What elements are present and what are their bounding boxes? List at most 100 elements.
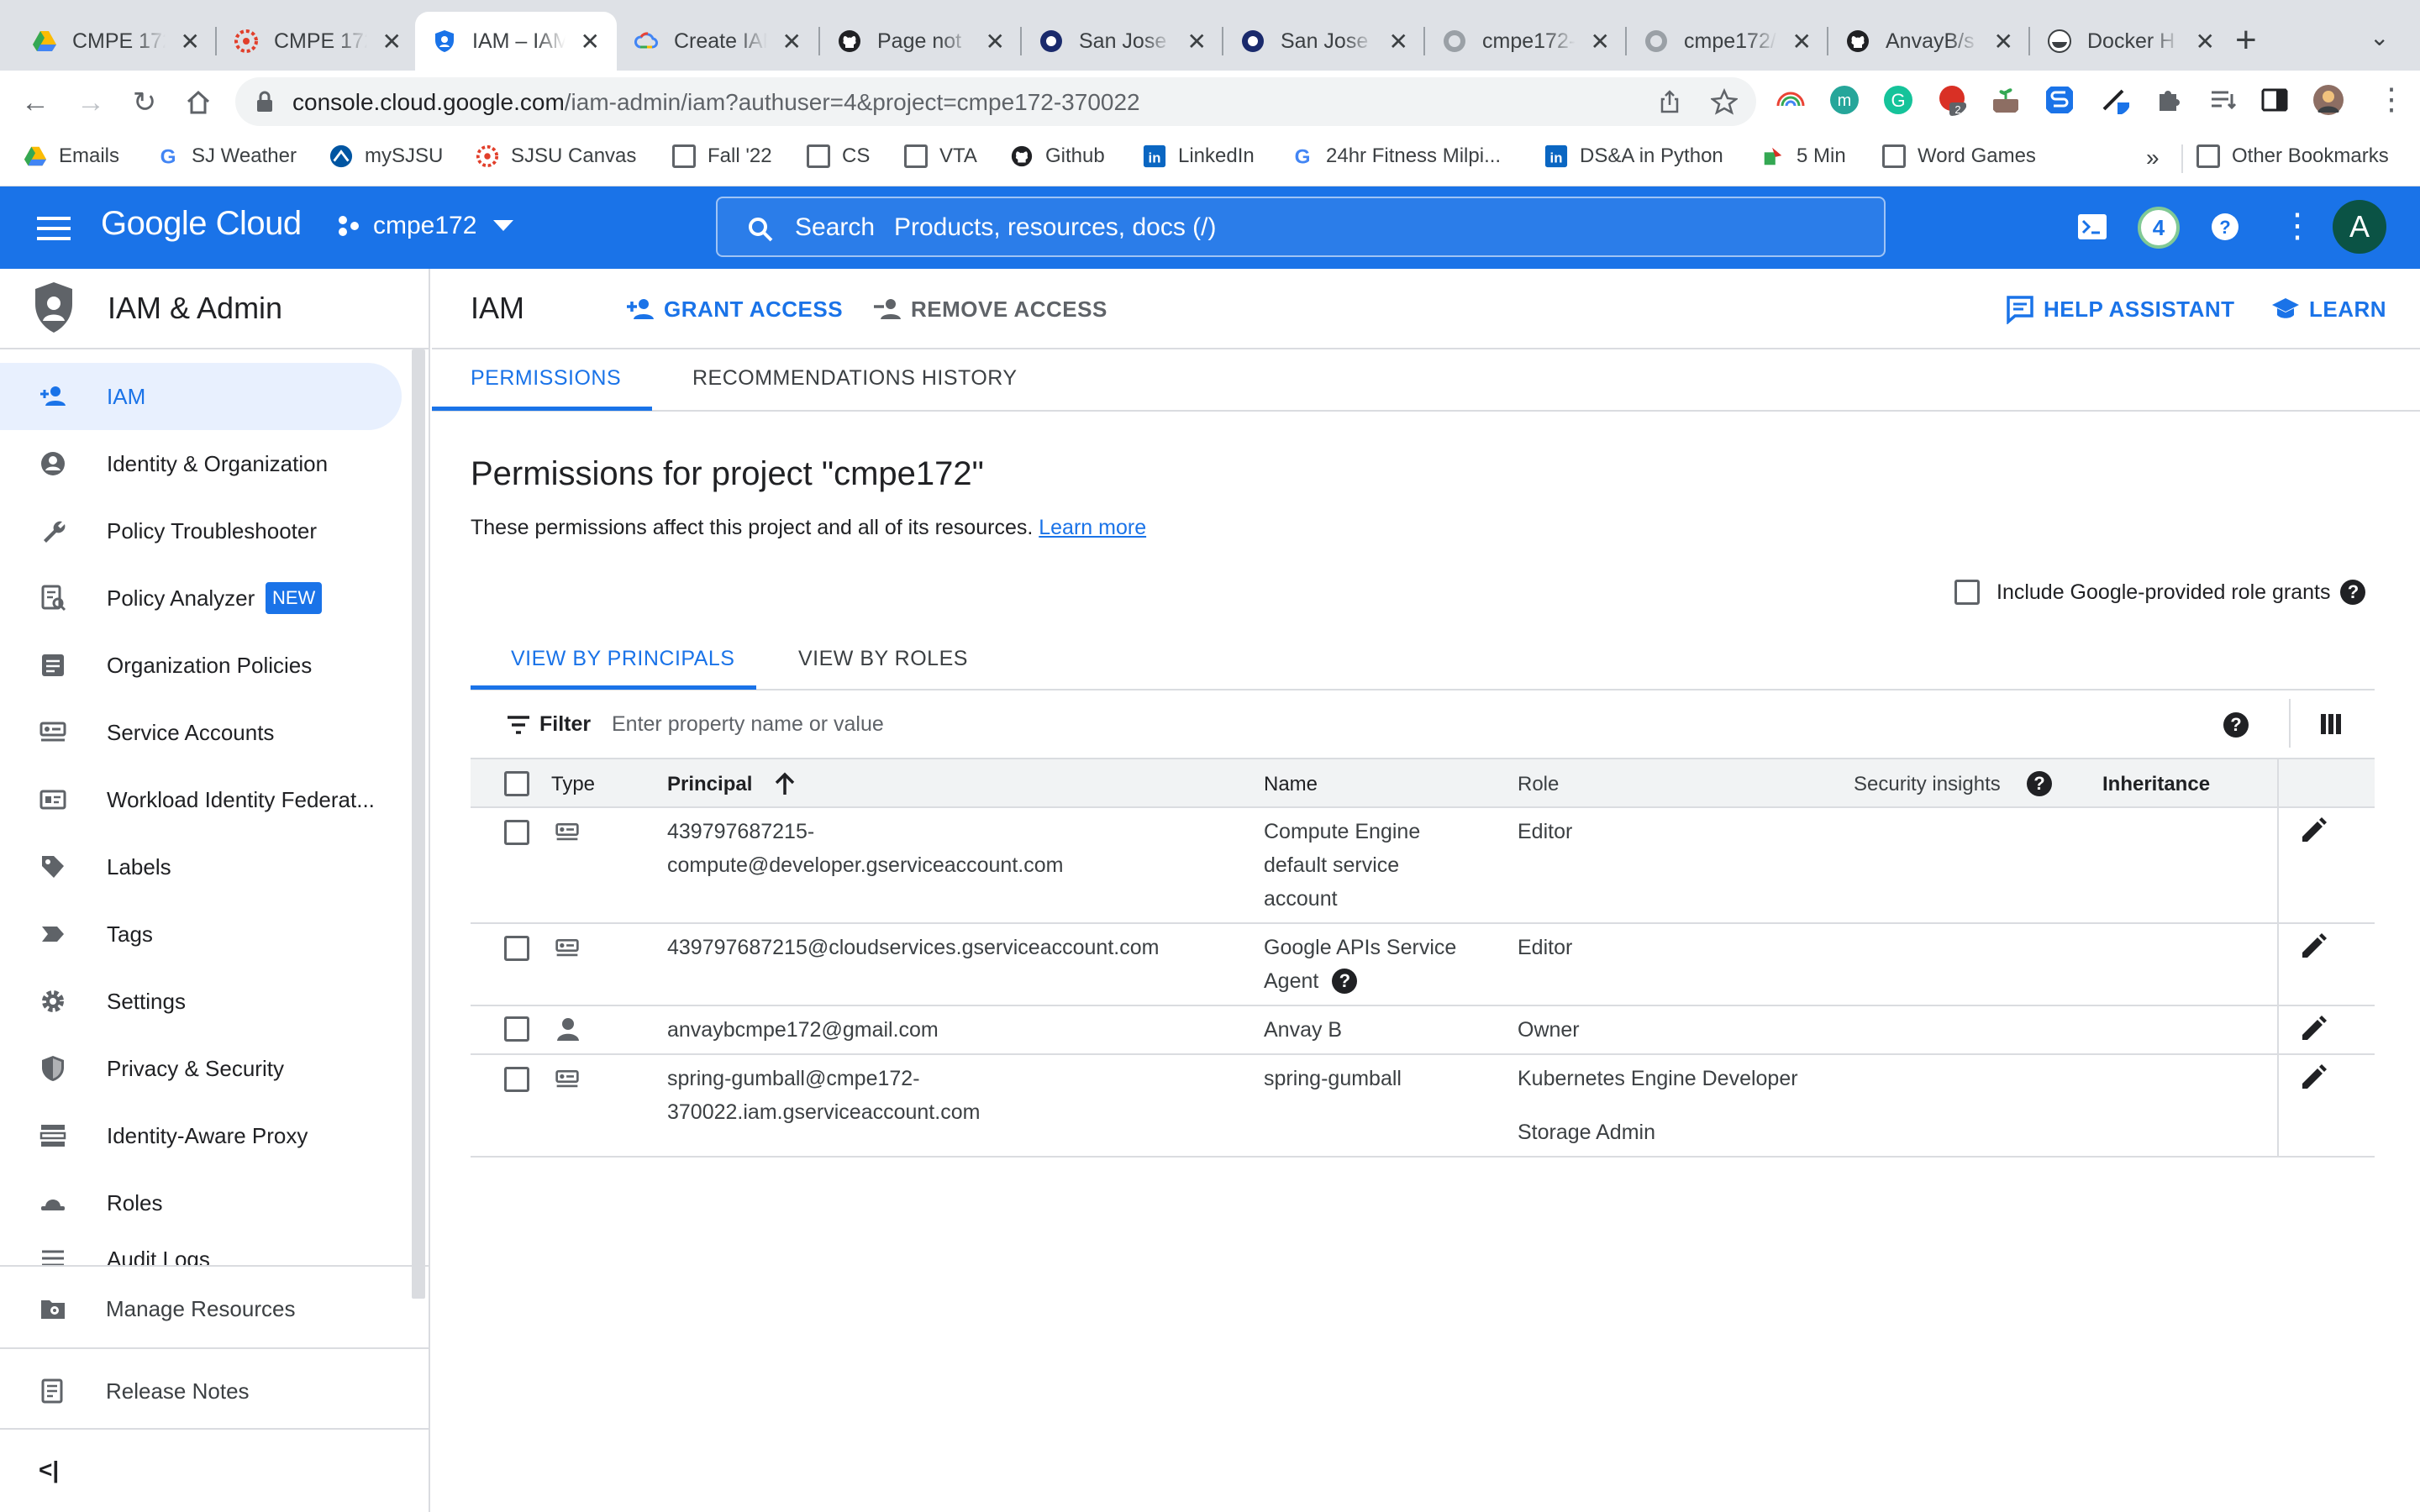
sort-ascending-icon[interactable] [773,771,797,796]
column-type[interactable]: Type [551,773,595,796]
sidebar-item-settings[interactable]: Settings [0,968,403,1035]
pen-extension-icon[interactable] [2099,84,2131,116]
browser-tab-active[interactable]: IAM – IAM ✕ [415,12,617,71]
filter-help-icon[interactable]: ? [2223,712,2249,738]
sidebar-item-service-accounts[interactable]: Service Accounts [0,699,403,766]
grant-access-button[interactable]: GRANT ACCESS [625,294,843,324]
browser-tab[interactable]: San Jose ✕ [1223,12,1425,71]
browser-tab[interactable]: Docker H ✕ [2030,12,2232,71]
plant-extension-icon[interactable] [1990,84,2022,116]
edit-pencil-icon[interactable] [2299,932,2328,961]
side-panel-icon[interactable] [2259,84,2291,116]
notifications-badge[interactable]: 4 [2138,207,2180,249]
table-row[interactable]: 439797687215- compute@developer.gservice… [471,808,2375,924]
bookmark-linkedin[interactable]: in LinkedIn [1143,144,1255,168]
column-name[interactable]: Name [1264,773,1318,796]
close-tab-icon[interactable]: ✕ [2196,28,2215,55]
tab-view-by-roles[interactable]: VIEW BY ROLES [798,647,968,671]
bookmark-sj-weather[interactable]: G SJ Weather [156,144,297,168]
tab-search-chevron-icon[interactable]: ⌄ [2370,24,2389,51]
browser-tab[interactable]: cmpe172- ✕ [1425,12,1627,71]
back-button[interactable]: ← [18,86,52,119]
learn-more-link[interactable]: Learn more [1039,516,1146,539]
column-security-insights[interactable]: Security insights [1854,773,2001,796]
remove-access-button[interactable]: REMOVE ACCESS [872,294,1107,324]
close-tab-icon[interactable]: ✕ [382,28,402,55]
bookmark-github[interactable]: Github [1010,144,1105,168]
other-bookmarks[interactable]: Other Bookmarks [2196,144,2389,168]
close-tab-icon[interactable]: ✕ [986,28,1005,55]
edit-pencil-icon[interactable] [2299,1015,2328,1043]
collapse-sidebar-icon[interactable]: <| [39,1457,59,1483]
learn-button[interactable]: LEARN [2270,294,2386,324]
table-row[interactable]: anvaybcmpe172@gmail.com Anvay B Owner [471,1006,2375,1055]
m-extension-icon[interactable]: m [1828,84,1860,116]
table-row[interactable]: spring-gumball@cmpe172- 370022.iam.gserv… [471,1055,2375,1158]
row-checkbox[interactable] [504,1067,529,1092]
search-input[interactable]: Search Products, resources, docs (/) [716,197,1886,257]
sidebar-item-tags[interactable]: Tags [0,900,403,968]
help-assistant-button[interactable]: HELP ASSISTANT [2005,294,2235,324]
sidebar-item-organization-policies[interactable]: Organization Policies [0,632,403,699]
column-inheritance[interactable]: Inheritance [2102,773,2210,796]
sidebar-item-identity-organization[interactable]: Identity & Organization [0,430,403,497]
sidebar-item-workload-identity[interactable]: Workload Identity Federat... [0,766,403,833]
new-tab-button[interactable]: + [2235,22,2257,59]
sidebar-item-policy-troubleshooter[interactable]: Policy Troubleshooter [0,497,403,564]
browser-tab[interactable]: AnvayB/s ✕ [1828,12,2030,71]
sidebar-item-privacy-security[interactable]: Privacy & Security [0,1035,403,1102]
edit-pencil-icon[interactable] [2299,1063,2328,1092]
bookmark-folder-vta[interactable]: VTA [904,144,977,168]
sidebar-item-policy-analyzer[interactable]: Policy Analyzer NEW [0,564,403,632]
address-bar[interactable]: console.cloud.google.com/iam-admin/iam?a… [235,77,1756,126]
agent-help-icon[interactable]: ? [1332,969,1358,994]
account-avatar[interactable]: A [2333,200,2386,254]
close-tab-icon[interactable]: ✕ [1792,28,1812,55]
cloud-shell-icon[interactable] [2075,210,2109,244]
sidebar-item-labels[interactable]: Labels [0,833,403,900]
grammarly-icon[interactable]: G [1882,84,1914,116]
bookmark-sjsu-canvas[interactable]: SJSU Canvas [476,144,636,168]
forward-button[interactable]: → [74,86,108,119]
tab-view-by-principals[interactable]: VIEW BY PRINCIPALS [511,647,734,671]
s-extension-icon[interactable] [2044,84,2075,116]
more-options-icon[interactable]: ⋮ [2281,205,2314,247]
select-all-checkbox[interactable] [504,771,529,796]
rainbow-extension-icon[interactable] [1775,84,1807,116]
help-circle-icon[interactable]: ? [2340,580,2366,605]
sidebar-item-iam[interactable]: IAM [0,363,402,430]
close-tab-icon[interactable]: ✕ [1994,28,2013,55]
bookmark-folder-cs[interactable]: CS [807,144,870,168]
row-checkbox[interactable] [504,820,529,845]
close-tab-icon[interactable]: ✕ [1591,28,1610,55]
tab-permissions[interactable]: PERMISSIONS [471,366,621,391]
close-tab-icon[interactable]: ✕ [1389,28,1408,55]
browser-tab[interactable]: San Jose ✕ [1022,12,1223,71]
tab-recommendations-history[interactable]: RECOMMENDATIONS HISTORY [692,366,1018,391]
row-checkbox[interactable] [504,936,529,961]
bookmark-5-min[interactable]: 5 Min [1761,144,1846,168]
bookmark-dsa-python[interactable]: in DS&A in Python [1544,144,1723,168]
release-notes-link[interactable]: Release Notes [0,1357,429,1425]
security-insights-help-icon[interactable]: ? [2027,771,2052,796]
browser-tab[interactable]: cmpe172/ ✕ [1627,12,1828,71]
project-selector[interactable]: cmpe172 [336,212,514,240]
profile-icon[interactable] [2312,84,2344,116]
column-principal[interactable]: Principal [667,773,752,796]
sidebar-scrollbar[interactable] [412,349,425,1299]
edit-pencil-icon[interactable] [2299,816,2328,845]
sidebar-item-audit-logs[interactable]: Audit Logs [0,1236,403,1265]
reload-button[interactable]: ↻ [128,86,161,119]
bookmark-emails[interactable]: Emails [24,144,119,168]
column-role[interactable]: Role [1518,773,1559,796]
adblock-icon[interactable]: 2 [1936,84,1968,116]
close-tab-icon[interactable]: ✕ [782,28,802,55]
bookmark-mysjsu[interactable]: mySJSU [329,144,443,168]
browser-tab[interactable]: Page not ✕ [820,12,1022,71]
help-icon[interactable]: ? [2208,210,2242,244]
home-button[interactable] [182,86,215,119]
menu-hamburger-icon[interactable] [37,217,71,240]
star-icon[interactable] [1711,88,1738,115]
share-icon[interactable] [1657,89,1682,114]
table-row[interactable]: 439797687215@cloudservices.gserviceaccou… [471,924,2375,1006]
